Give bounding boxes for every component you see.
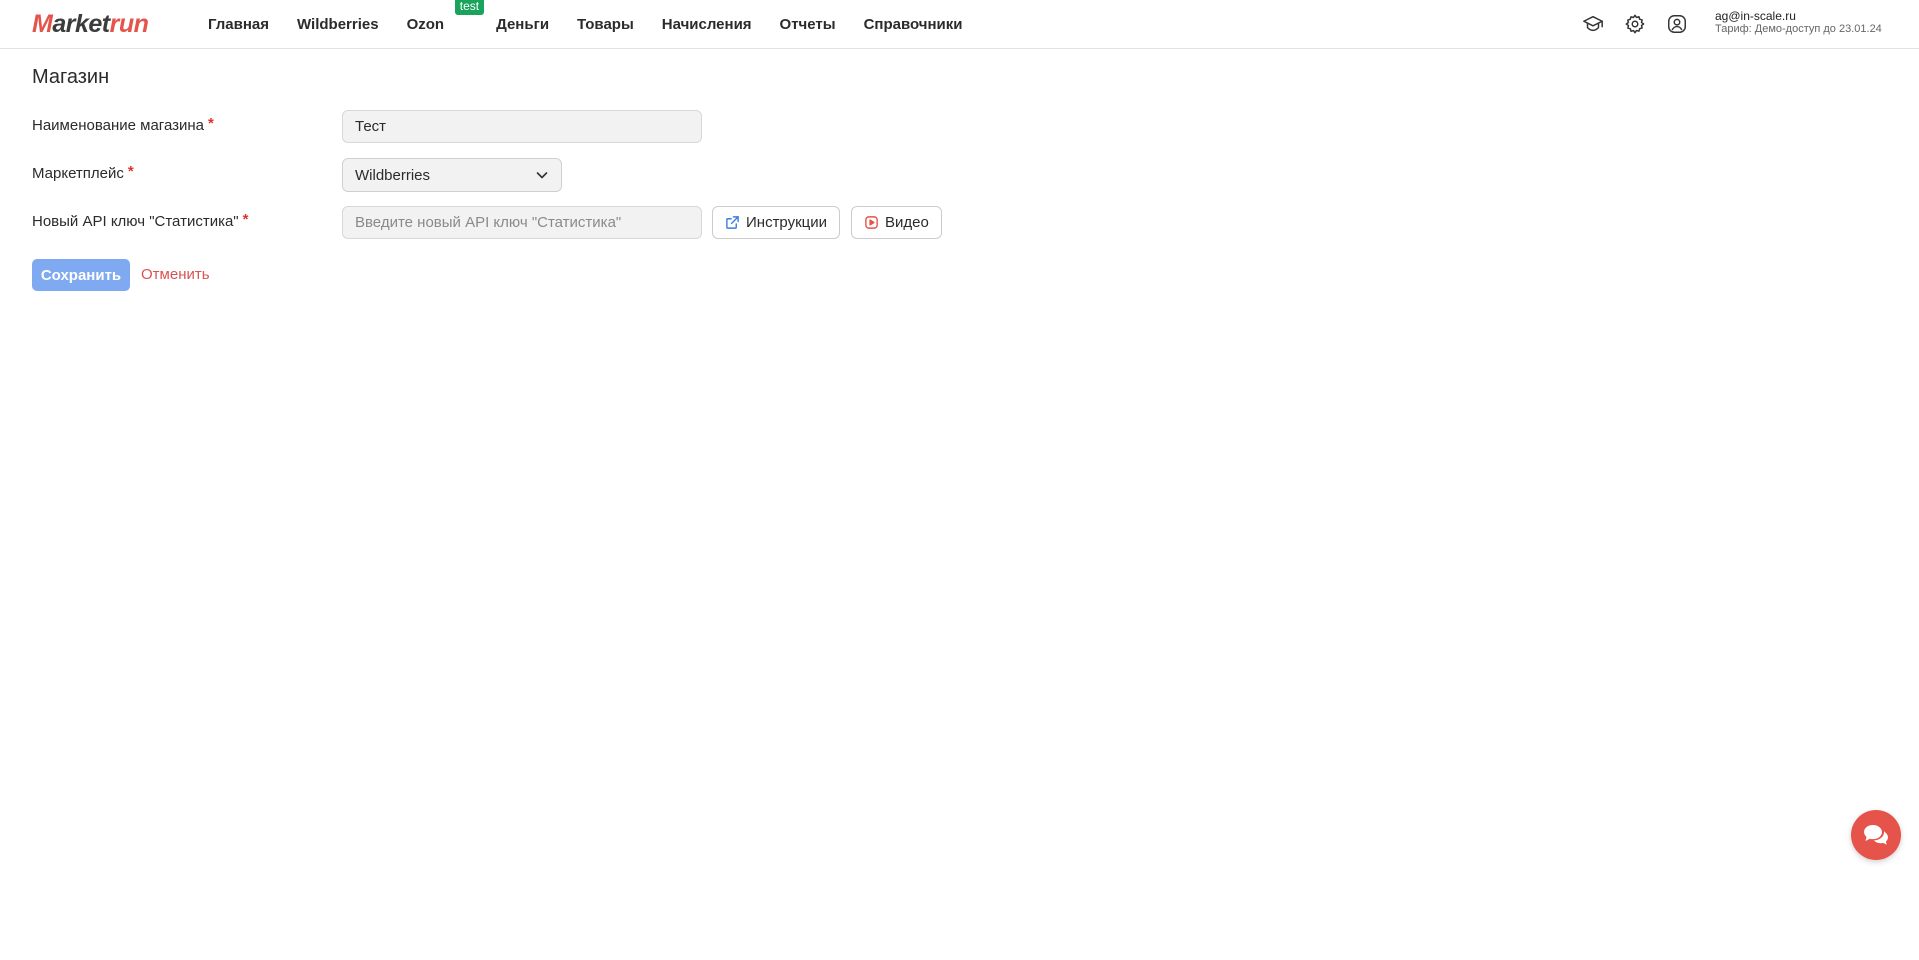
marketplace-label-text: Маркетплейс	[32, 165, 124, 182]
chat-button[interactable]	[1851, 810, 1901, 860]
marketplace-required-mark: *	[127, 163, 134, 180]
instructions-button-label: Инструкции	[746, 214, 828, 231]
logo-text-mid: arket	[52, 10, 110, 38]
ozon-test-badge: test	[454, 0, 485, 15]
nav-item-accruals[interactable]: Начисления	[662, 16, 752, 33]
video-button-label: Видео	[885, 214, 929, 231]
top-header: Marketrun Главная Wildberries Ozon test …	[0, 0, 1919, 49]
video-button[interactable]: Видео	[851, 206, 942, 239]
marketplace-selected-value: Wildberries	[355, 166, 431, 184]
cancel-link[interactable]: Отменить	[141, 266, 210, 283]
user-icon[interactable]	[1666, 13, 1688, 35]
logo-text-run: run	[109, 10, 149, 38]
user-tariff: Тариф: Демо-доступ до 23.01.24	[1715, 23, 1882, 35]
video-play-icon	[865, 216, 878, 229]
nav-item-money[interactable]: Деньги	[496, 16, 549, 33]
header-icon-group	[1582, 13, 1708, 35]
nav-item-main[interactable]: Главная	[208, 16, 269, 33]
api-key-label: Новый API ключ "Статистика" *	[32, 211, 249, 230]
user-email: ag@in-scale.ru	[1715, 9, 1796, 23]
marketplace-select[interactable]: Wildberries	[342, 158, 562, 192]
graduation-cap-icon[interactable]	[1582, 13, 1604, 35]
user-info[interactable]: ag@in-scale.ru Тариф: Демо-доступ до 23.…	[1715, 10, 1882, 36]
save-button[interactable]: Сохранить	[32, 259, 130, 291]
shop-name-label: Наименование магазина *	[32, 115, 214, 134]
shop-name-required-mark: *	[208, 115, 214, 132]
nav-item-references[interactable]: Справочники	[864, 16, 963, 33]
shop-name-label-text: Наименование магазина	[32, 117, 205, 134]
api-key-input[interactable]	[342, 206, 702, 239]
nav-item-products[interactable]: Товары	[577, 16, 634, 33]
page-title: Магазин	[32, 66, 110, 88]
gear-icon[interactable]	[1624, 13, 1646, 35]
instructions-button[interactable]: Инструкции	[712, 206, 841, 239]
marketrun-logo[interactable]: Marketrun	[32, 10, 149, 38]
nav-item-ozon[interactable]: Ozon test	[406, 0, 485, 33]
chat-bubbles-icon	[1864, 825, 1888, 845]
api-key-required-mark: *	[242, 211, 249, 228]
nav-item-reports[interactable]: Отчеты	[780, 16, 836, 33]
main-nav: Главная Wildberries Ozon test Деньги Тов…	[208, 0, 991, 48]
chevron-down-icon	[536, 172, 548, 179]
api-key-label-text: Новый API ключ "Статистика"	[32, 213, 239, 230]
nav-item-wildberries[interactable]: Wildberries	[297, 16, 379, 33]
shop-name-input[interactable]	[342, 110, 702, 143]
external-link-icon	[726, 216, 739, 229]
marketplace-label: Маркетплейс *	[32, 163, 134, 182]
nav-item-ozon-label: Ozon	[406, 15, 445, 33]
logo-letter-m: M	[32, 10, 53, 38]
